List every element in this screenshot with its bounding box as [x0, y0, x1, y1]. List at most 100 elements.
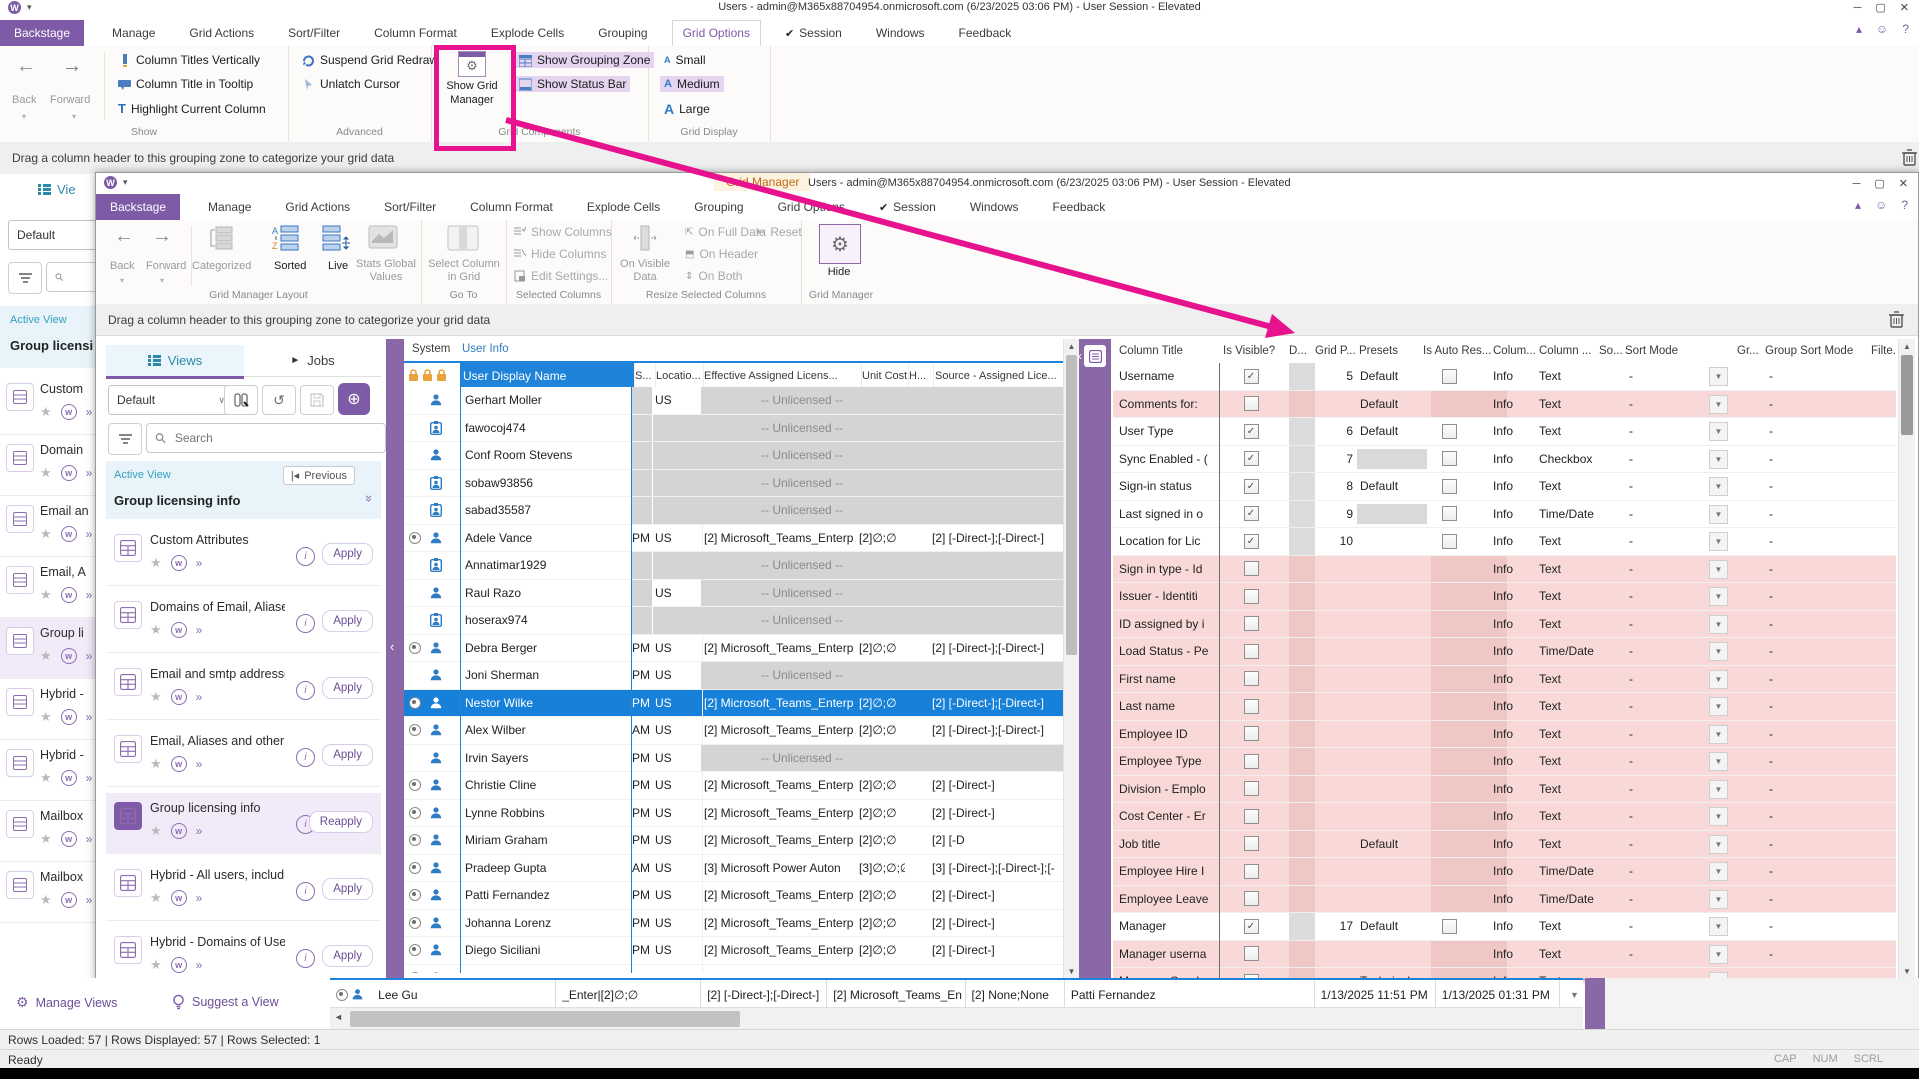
group-sort-mode-cell[interactable]: -: [1769, 446, 1799, 473]
show-columns-button[interactable]: Show Columns: [510, 224, 616, 240]
grid-position-cell[interactable]: [1315, 391, 1353, 418]
ribbon-tab[interactable]: ✔Grid Actions: [275, 195, 360, 220]
favorite-star-icon[interactable]: ★: [40, 465, 52, 481]
is-auto-resize-checkbox[interactable]: [1442, 451, 1457, 466]
apply-view-button[interactable]: Reapply: [309, 811, 373, 833]
user-grid-row[interactable]: Debra Berger PM US [2] Microsoft_Teams_E…: [404, 635, 1063, 663]
unit-cost-cell[interactable]: [2]∅;∅: [859, 635, 905, 662]
preset-cell[interactable]: [1360, 638, 1430, 665]
highlight-current-column-button[interactable]: T Highlight Current Column: [114, 100, 270, 117]
outer-view-card[interactable]: Custom ★ w »: [0, 374, 95, 435]
unlicensed-cell[interactable]: -- Unlicensed --: [701, 580, 1063, 607]
user-grid-row[interactable]: sobaw93856 -- Unlicensed -- -- Unlicense…: [404, 470, 1063, 498]
location-cell[interactable]: US: [653, 937, 703, 964]
views-search-input[interactable]: [146, 423, 386, 453]
sort-mode-cell[interactable]: -: [1629, 418, 1659, 445]
collapse-ribbon-icon[interactable]: ▴: [1855, 198, 1861, 212]
gm-column-title-cell[interactable]: Last name: [1119, 693, 1221, 720]
is-auto-resize-checkbox[interactable]: [1442, 534, 1457, 549]
sort-mode-dropdown[interactable]: ▼: [1709, 450, 1728, 469]
source-cell[interactable]: [2] [-D: [932, 827, 1061, 854]
sort-mode-cell[interactable]: -: [1629, 693, 1659, 720]
column-header[interactable]: Locatio...: [653, 363, 704, 389]
outer-view-preset-select[interactable]: Default∨: [8, 220, 95, 250]
group-sort-mode-cell[interactable]: -: [1769, 418, 1799, 445]
location-cell[interactable]: [653, 442, 703, 469]
ribbon-tab[interactable]: ✔Session: [869, 195, 946, 220]
app-logo-icon[interactable]: W: [104, 176, 117, 189]
edit-settings-button[interactable]: Edit Settings...: [510, 268, 612, 284]
grid-manager-row[interactable]: Job title Default Info Text - ▼ -: [1113, 831, 1896, 859]
column-type-cell[interactable]: Text: [1539, 473, 1599, 500]
unit-cost-cell[interactable]: [2]∅;∅: [859, 882, 905, 909]
apply-view-button[interactable]: Apply: [322, 878, 373, 900]
ribbon-tab[interactable]: ✔Grid Actions: [179, 21, 264, 46]
ribbon-tab[interactable]: ✔Feedback: [1043, 195, 1116, 220]
unlicensed-cell[interactable]: -- Unlicensed --: [701, 387, 1063, 414]
views-tab[interactable]: Views: [106, 345, 244, 379]
ribbon-tab[interactable]: ✔Column Format: [460, 195, 563, 220]
info-icon[interactable]: i: [296, 547, 315, 566]
back-caret-icon[interactable]: ▾: [120, 276, 124, 285]
gm-column-header[interactable]: Column Title: [1119, 339, 1219, 363]
stats-global-values-label[interactable]: Stats Global Values: [354, 258, 418, 284]
s-cell[interactable]: AM: [632, 717, 652, 744]
ribbon-tab[interactable]: ✔Sort/Filter: [278, 21, 350, 46]
user-display-name-cell[interactable]: Miriam Graham: [460, 827, 636, 854]
grid-manager-vertical-scrollbar[interactable]: ▲ ▼: [1898, 339, 1915, 979]
sort-mode-dropdown[interactable]: ▼: [1709, 642, 1728, 661]
compare-views-button[interactable]: [224, 385, 258, 415]
license-cell[interactable]: [2] Microsoft_Teams_Enterp: [701, 827, 859, 854]
quick-access-caret-icon[interactable]: ▾: [123, 177, 128, 188]
apply-view-button[interactable]: Apply: [322, 677, 373, 699]
preset-cell[interactable]: [1360, 611, 1430, 638]
unlicensed-cell[interactable]: -- Unlicensed --: [701, 497, 1063, 524]
is-auto-resize-checkbox[interactable]: [1442, 479, 1457, 494]
gm-column-header[interactable]: Presets: [1359, 339, 1421, 363]
gm-column-header[interactable]: Grid P...: [1315, 339, 1357, 363]
group-sort-mode-cell[interactable]: -: [1769, 666, 1799, 693]
grid-position-cell[interactable]: [1315, 721, 1353, 748]
user-grid-row[interactable]: Isaiah Langer PM US [2] Microsoft_Teams_…: [404, 965, 1063, 974]
sorted-icon[interactable]: AZ: [272, 225, 300, 251]
grid-manager-row[interactable]: Username 5 Default Info Text - ▼ -: [1113, 363, 1896, 391]
grid-manager-row[interactable]: Sign-in status 8 Default Info Text - ▼ -: [1113, 473, 1896, 501]
band-system[interactable]: System: [412, 343, 450, 355]
on-both-button[interactable]: ⇕On Both: [681, 268, 746, 284]
sort-mode-cell[interactable]: -: [1629, 803, 1659, 830]
favorite-star-icon[interactable]: ★: [40, 404, 52, 420]
s-cell[interactable]: [632, 387, 652, 414]
license-cell[interactable]: [2] Microsoft_Teams_Enterp: [701, 937, 859, 964]
ribbon-tab[interactable]: ✔Explode Cells: [577, 195, 670, 220]
gm-column-header[interactable]: So...: [1599, 339, 1623, 363]
contextual-tab-grid-manager[interactable]: Grid Manager: [714, 173, 811, 191]
s-cell[interactable]: [632, 580, 652, 607]
user-display-name-cell[interactable]: Raul Razo: [460, 580, 636, 607]
grid-manager-row[interactable]: Last signed in o 9 Info Time/Date - ▼ -: [1113, 501, 1896, 529]
license-cell[interactable]: [3] Microsoft Power Auton: [701, 855, 859, 882]
is-auto-resize-checkbox[interactable]: [1442, 919, 1457, 934]
unlicensed-cell[interactable]: -- Unlicensed --: [701, 552, 1063, 579]
outer-view-card[interactable]: Email, A ★ w »: [0, 557, 95, 618]
user-grid-vertical-scrollbar[interactable]: ▲ ▼: [1063, 339, 1079, 979]
suggest-a-view-button[interactable]: Suggest a View: [172, 994, 279, 1010]
font-small-button[interactable]: ASmall: [660, 52, 710, 68]
row-cell[interactable]: Lee Gu: [372, 980, 556, 1009]
is-visible-checkbox[interactable]: [1244, 891, 1259, 906]
source-cell[interactable]: [2] [-Direct-]: [932, 772, 1061, 799]
is-auto-resize-checkbox[interactable]: [1442, 506, 1457, 521]
column-type-cell[interactable]: Text: [1539, 528, 1599, 555]
location-cell[interactable]: [653, 415, 703, 442]
column-type-cell[interactable]: Checkbox: [1539, 446, 1599, 473]
outer-view-card[interactable]: Mailbox ★ w »: [0, 801, 95, 862]
column-info-cell[interactable]: Info: [1493, 776, 1537, 803]
user-display-name-cell[interactable]: Patti Fernandez: [460, 882, 636, 909]
is-visible-checkbox[interactable]: [1244, 946, 1259, 961]
add-view-button[interactable]: ⊕: [338, 383, 370, 415]
column-header[interactable]: Source - Assigned Lice...: [932, 363, 1064, 389]
hide-columns-button[interactable]: Hide Columns: [510, 246, 610, 262]
ribbon-tab[interactable]: ✔Backstage: [96, 194, 180, 220]
user-display-name-cell[interactable]: Irvin Sayers: [460, 745, 636, 772]
source-cell[interactable]: [2] [-Direct-];[-Direct-]: [932, 635, 1061, 662]
user-grid-row[interactable]: Alex Wilber AM US [2] Microsoft_Teams_En…: [404, 717, 1063, 745]
